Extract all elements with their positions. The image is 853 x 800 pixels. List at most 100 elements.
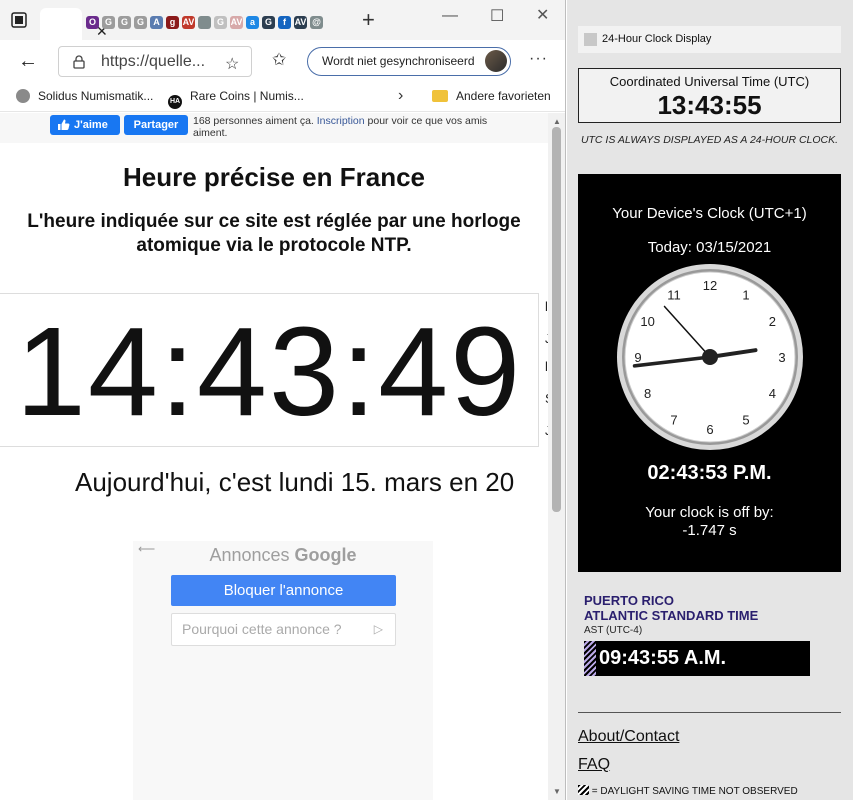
page-scrollbar[interactable]: ▲ ▼: [548, 113, 565, 800]
pinned-tab-icon[interactable]: [198, 16, 211, 29]
clock-numeral: 10: [640, 314, 654, 329]
pinned-tab-icon[interactable]: A: [150, 16, 163, 29]
why-this-ad-button[interactable]: Pourquoi cette annonce ? ▷: [171, 613, 396, 646]
clock-numeral: 7: [670, 412, 677, 427]
browser-window: ✕ O G G G Ag AV G AV a Gf AV @ + — ☐ ✕ ← https://qu…: [0, 0, 566, 800]
pinned-tab-icon[interactable]: G: [118, 16, 131, 29]
close-window-icon[interactable]: ✕: [536, 7, 549, 25]
pinned-tab-icon[interactable]: AV: [230, 16, 243, 29]
scroll-up-icon[interactable]: ▲: [553, 117, 561, 126]
pinned-tab-icon[interactable]: AV: [182, 16, 195, 29]
lock-icon[interactable]: [73, 55, 85, 69]
big-clock: 14:43:49: [0, 293, 538, 447]
clock-offset: Your clock is off by: -1.747 s: [578, 504, 841, 540]
analog-clock: 123456789101112: [617, 264, 803, 450]
ha-icon: HA: [168, 95, 182, 109]
pinned-tabs: O G G G Ag AV G AV a Gf AV @: [86, 16, 323, 29]
tab-strip: ✕ O G G G Ag AV G AV a Gf AV @ + — ☐ ✕: [0, 0, 565, 40]
add-favorite-icon[interactable]: ☆: [225, 54, 239, 74]
sync-status: Wordt niet gesynchroniseerd: [322, 54, 475, 68]
clock-numeral: 11: [667, 288, 681, 303]
profile-sync-button[interactable]: Wordt niet gesynchroniseerd: [307, 47, 511, 76]
dst-hatch-icon: [578, 785, 589, 795]
device-clock: Your Device's Clock (UTC+1) Today: 03/15…: [578, 174, 841, 572]
utc-time: 13:43:55: [657, 90, 762, 120]
pinned-tab-icon[interactable]: G: [102, 16, 115, 29]
big-clock-time: 14:43:49: [15, 301, 523, 442]
bookmark-solidus[interactable]: Solidus Numismatik...: [16, 89, 153, 103]
chevron-right-icon[interactable]: ›: [398, 87, 403, 105]
ad-label: Annonces Google: [209, 545, 357, 565]
clipped-sidebar: l J l S J: [538, 293, 548, 447]
pinned-tab-icon[interactable]: @: [310, 16, 323, 29]
clock-center: [702, 349, 718, 365]
panel-title: 24-Hour Clock Display: [602, 33, 712, 45]
pr-time: 09:43:55 A.M.: [599, 647, 727, 669]
minimize-icon[interactable]: —: [442, 7, 458, 25]
avatar: [485, 50, 507, 72]
fb-share-button[interactable]: Partager: [124, 115, 188, 135]
fb-signup-link[interactable]: Inscription: [317, 115, 365, 127]
more-icon[interactable]: ···: [529, 50, 548, 68]
pinned-tab-icon[interactable]: a: [246, 16, 259, 29]
pinned-tab-icon[interactable]: G: [134, 16, 147, 29]
pr-zone-title: PUERTO RICO ATLANTIC STANDARD TIME: [584, 593, 759, 623]
clock-numeral: 8: [644, 386, 651, 401]
clock-numeral: 5: [742, 412, 749, 427]
utc-note: UTC is always displayed as a 24-hour clo…: [580, 134, 839, 146]
fb-like-count: 168 personnes aiment ça. Inscription pou…: [193, 115, 488, 139]
fb-like-label: J'aime: [74, 119, 108, 131]
folder-icon: [432, 90, 448, 102]
clock-numeral: 1: [742, 288, 749, 303]
bookmark-other-favorites[interactable]: Andere favorieten: [432, 89, 551, 103]
no-dst-hatch-icon: [584, 641, 596, 676]
screen: ✕ O G G G Ag AV G AV a Gf AV @ + — ☐ ✕ ← https://qu…: [0, 0, 853, 800]
bookmarks-bar: Solidus Numismatik... HA Rare Coins | Num…: [0, 82, 565, 112]
clock-numeral: 6: [706, 422, 713, 437]
clock-numeral: 12: [703, 278, 717, 293]
web-page: J'aime Partager 168 personnes aiment ça.…: [0, 113, 548, 800]
pinned-tab-icon[interactable]: G: [214, 16, 227, 29]
pinned-tab-icon[interactable]: g: [166, 16, 179, 29]
scroll-down-icon[interactable]: ▼: [553, 787, 561, 796]
dst-legend: = DAYLIGHT SAVING TIME NOT OBSERVED: [578, 785, 798, 797]
pinned-tab-icon[interactable]: G: [262, 16, 275, 29]
divider: [578, 712, 841, 713]
device-clock-title: Your Device's Clock (UTC+1): [612, 205, 807, 222]
utc-clock: Coordinated Universal Time (UTC) 13:43:5…: [578, 68, 841, 123]
clock-numeral: 9: [634, 350, 641, 365]
utc-label: Coordinated Universal Time (UTC): [609, 74, 810, 89]
google-logo: Google: [294, 545, 357, 565]
ad-feedback-box: ⟵ Annonces Google Bloquer l'annonce Pour…: [133, 541, 433, 800]
faq-link[interactable]: FAQ: [578, 756, 610, 774]
page-subtitle: L'heure indiquée sur ce site est réglée …: [27, 211, 521, 256]
app-icon: [584, 33, 597, 46]
fb-like-button[interactable]: J'aime: [50, 115, 120, 135]
tab-active[interactable]: ✕: [40, 8, 108, 40]
pinned-tab-icon[interactable]: AV: [294, 16, 307, 29]
pinned-tab-icon[interactable]: O: [86, 16, 99, 29]
pr-zone-offset: AST (UTC-4): [584, 625, 643, 636]
address-bar[interactable]: https://quelle... ☆: [58, 46, 252, 77]
back-icon[interactable]: ←: [18, 51, 38, 71]
bookmark-rare-coins[interactable]: HA Rare Coins | Numis...: [168, 89, 304, 109]
new-tab-button[interactable]: +: [362, 9, 375, 31]
block-ad-button[interactable]: Bloquer l'annonce: [171, 575, 396, 606]
thumbs-up-icon: [58, 119, 70, 130]
pinned-tab-icon[interactable]: f: [278, 16, 291, 29]
favorites-icon[interactable]: ✩: [272, 50, 286, 70]
today-date: Aujourd'hui, c'est lundi 15. mars en 20: [75, 467, 515, 497]
clock-offset-value: -1.747 s: [682, 522, 737, 539]
device-time: 02:43:53 P.M.: [647, 462, 772, 484]
url-text[interactable]: https://quelle...: [101, 53, 205, 71]
tab-actions-icon[interactable]: [10, 11, 28, 29]
coin-icon: [16, 89, 30, 103]
scroll-thumb[interactable]: [552, 127, 561, 512]
clock-numeral: 2: [769, 314, 776, 329]
about-contact-link[interactable]: About/Contact: [578, 728, 679, 746]
adchoices-icon: ▷: [373, 622, 383, 636]
clock-numeral: 3: [778, 350, 785, 365]
maximize-icon[interactable]: ☐: [490, 8, 504, 26]
clock-numeral: 4: [769, 386, 776, 401]
pr-clock: 09:43:55 A.M.: [584, 641, 810, 676]
